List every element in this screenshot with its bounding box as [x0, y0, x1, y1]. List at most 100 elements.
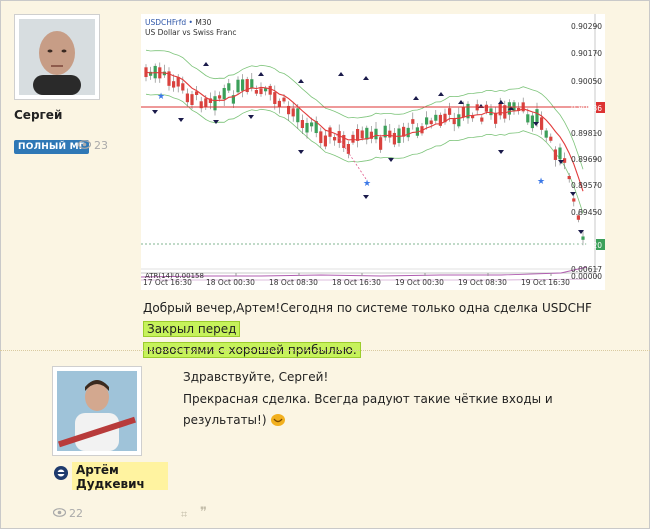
candle-body: [540, 117, 544, 130]
author-first-name: Артём: [76, 463, 119, 477]
quote-icon[interactable]: ❞: [200, 505, 207, 520]
candle-body: [365, 127, 369, 140]
time-tick-label: 19 Oct 16:30: [521, 278, 570, 287]
chart-symbol: USDCHFrfd • M30: [145, 18, 212, 27]
candle-body: [181, 83, 185, 91]
message-text: Добрый вечер,Артем!Сегодня по системе то…: [143, 301, 592, 315]
chart-svg: ★ ★ ★ USDCHFrfd • M30 US Dollar vs Swiss F…: [140, 14, 605, 290]
price-tag-bid: 0.89320: [571, 241, 602, 250]
candle-body: [425, 117, 429, 125]
eye-icon: [77, 139, 92, 152]
candle-body: [172, 81, 176, 88]
candle-body: [259, 88, 263, 95]
views-count: 22: [69, 507, 83, 520]
candle-body: [494, 112, 498, 124]
candle-body: [310, 122, 314, 127]
candle-body: [535, 109, 539, 123]
candle-body: [360, 130, 364, 139]
candle-body: [484, 104, 488, 112]
user-photo-icon: [19, 19, 95, 95]
candle-body: [236, 79, 240, 93]
price-tick-label: 0.00000: [571, 272, 602, 281]
candle-body: [526, 114, 530, 123]
star-marker: ★: [537, 177, 545, 187]
price-tick-label: 0.89810: [571, 129, 602, 138]
time-tick-label: 17 Oct 16:30: [143, 278, 192, 287]
star-marker: ★: [157, 92, 165, 102]
candle-body: [406, 127, 410, 138]
post-message: Добрый вечер,Артем!Сегодня по системе то…: [143, 298, 643, 361]
price-tag-current: 0.89936: [571, 104, 602, 113]
candle-body: [241, 79, 245, 91]
author-name-box[interactable]: Артём Дудкевич: [72, 462, 168, 491]
candle-body: [204, 98, 208, 107]
candle-body: [264, 88, 268, 92]
candle-body: [530, 115, 534, 129]
candle-body: [222, 87, 226, 100]
candle-body: [392, 132, 396, 145]
avatar-artem[interactable]: [52, 366, 142, 456]
candle-body: [452, 119, 456, 125]
time-tick-label: 18 Oct 00:30: [206, 278, 255, 287]
share-icon[interactable]: ⌗: [181, 508, 187, 522]
candle-body: [254, 90, 258, 94]
price-tick-label: 0.90170: [571, 49, 602, 58]
candle-body: [498, 102, 502, 116]
candle-body: [549, 136, 553, 141]
candle-body: [351, 134, 355, 143]
candle-body: [153, 65, 157, 79]
candle-body: [323, 135, 327, 147]
candle-body: [273, 92, 277, 104]
online-status-icon: [53, 465, 69, 485]
chart-description: US Dollar vs Swiss Franc: [145, 28, 236, 37]
candle-body: [227, 83, 231, 91]
candle-body: [567, 176, 571, 180]
candle-body: [218, 95, 222, 99]
candle-body: [434, 114, 438, 121]
price-tick-label: 0.89450: [571, 208, 602, 217]
time-tick-label: 19 Oct 00:30: [395, 278, 444, 287]
candle-body: [250, 79, 254, 89]
candle-body: [268, 85, 272, 95]
candle-body: [429, 120, 433, 125]
chart-background: [141, 14, 605, 290]
candle-body: [346, 144, 350, 154]
author-last-name: Дудкевич: [76, 477, 145, 491]
candle-body: [448, 108, 452, 115]
reply-views-counter: 22: [52, 507, 83, 520]
candle-body: [333, 137, 337, 141]
post-divider: [0, 350, 650, 351]
candle-body: [544, 130, 548, 138]
candle-body: [300, 120, 304, 129]
author-name[interactable]: Сергей: [14, 108, 62, 122]
candle-body: [356, 128, 360, 141]
reply-text: Прекрасная сделка. Всегда радуют такие ч…: [183, 392, 553, 427]
candle-body: [411, 119, 415, 124]
candle-body: [553, 149, 557, 160]
avatar-sergey[interactable]: [14, 14, 100, 100]
views-counter: 23: [77, 139, 108, 152]
candle-body: [480, 117, 484, 122]
candle-body: [213, 96, 217, 111]
candle-body: [374, 128, 378, 140]
candle-body: [581, 236, 585, 240]
candle-body: [185, 93, 189, 103]
price-tick-label: 0.89690: [571, 155, 602, 164]
time-tick-label: 18 Oct 08:30: [269, 278, 318, 287]
price-tick-label: 0.89570: [571, 181, 602, 190]
candle-body: [572, 198, 576, 202]
candle-body: [379, 137, 383, 150]
highlight-text-1: Закрыл перед: [143, 321, 241, 337]
price-tick-label: 0.90290: [571, 22, 602, 31]
candle-body: [277, 100, 281, 108]
candle-body: [457, 114, 461, 127]
candle-body: [305, 122, 309, 133]
candle-body: [319, 131, 323, 144]
candle-body: [296, 108, 300, 123]
candle-body: [388, 130, 392, 138]
price-chart[interactable]: ★ ★ ★ USDCHFrfd • M30 US Dollar vs Swiss F…: [140, 14, 605, 290]
candle-body: [291, 108, 295, 117]
reply-greeting: Здравствуйте, Сергей!: [183, 370, 329, 384]
candle-body: [190, 94, 194, 106]
time-tick-label: 18 Oct 16:30: [332, 278, 381, 287]
